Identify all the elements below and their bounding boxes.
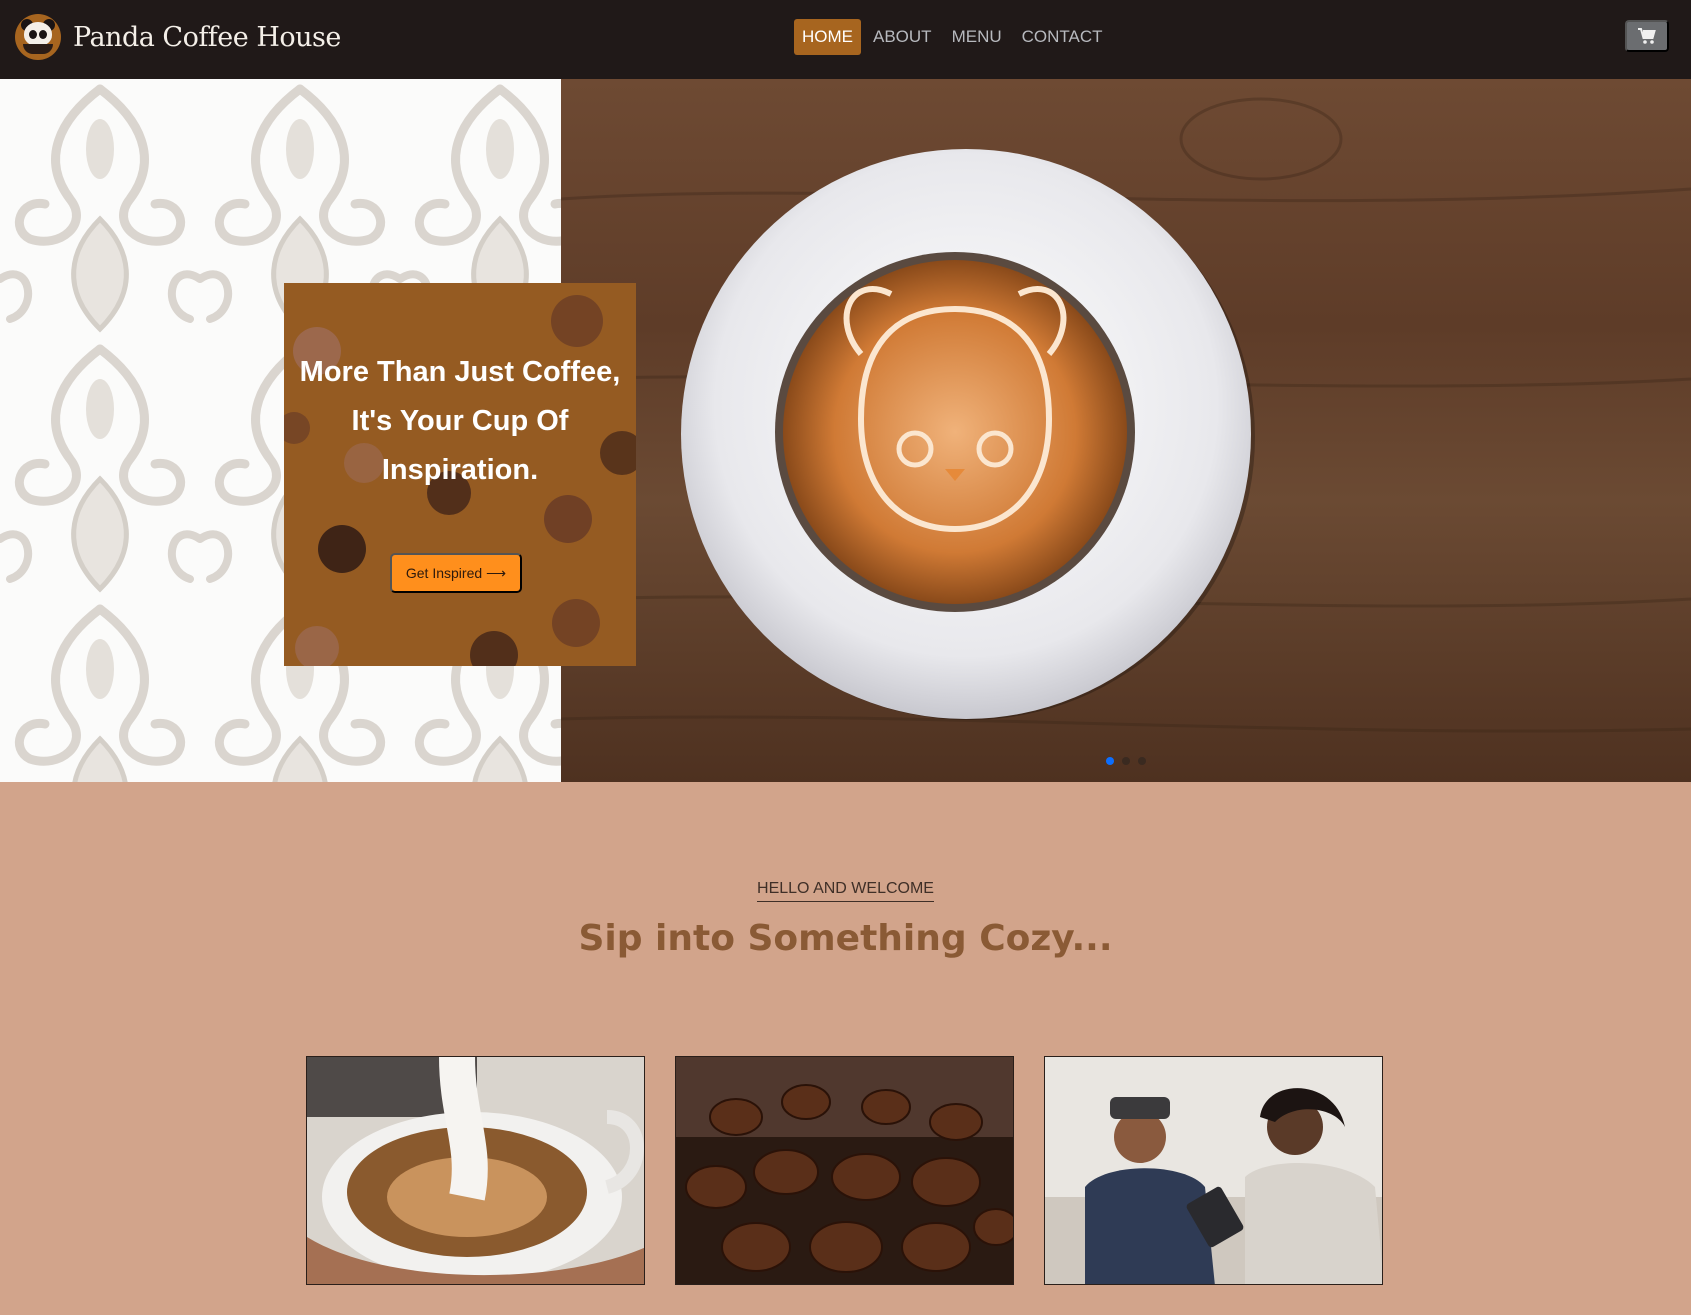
hero-headline: More Than Just Coffee, It's Your Cup Of … <box>299 356 621 486</box>
cart-icon <box>1638 28 1656 44</box>
welcome-eyebrow-wrap: HELLO AND WELCOME <box>0 880 1691 902</box>
latte-image <box>561 97 1691 733</box>
brand-link[interactable]: Panda Coffee House <box>15 14 341 60</box>
photo-people-cafe <box>1044 1056 1383 1285</box>
carousel-dot-3[interactable] <box>1138 757 1146 765</box>
brand-name: Panda Coffee House <box>73 21 341 53</box>
carousel-indicators <box>1106 757 1154 765</box>
get-inspired-button[interactable]: Get Inspired ⟶ <box>390 553 522 593</box>
welcome-eyebrow: HELLO AND WELCOME <box>757 880 934 902</box>
panda-logo-icon <box>15 14 61 60</box>
photo-latte-pour <box>306 1056 645 1285</box>
carousel-dot-2[interactable] <box>1122 757 1130 765</box>
nav-about[interactable]: ABOUT <box>865 19 940 55</box>
navbar: Panda Coffee House HOME ABOUT MENU CONTA… <box>0 0 1691 79</box>
carousel-dot-1[interactable] <box>1106 757 1114 765</box>
nav-menu[interactable]: MENU <box>944 19 1010 55</box>
hero-card: More Than Just Coffee, It's Your Cup Of … <box>284 283 636 666</box>
hero-latte-photo <box>561 79 1691 782</box>
cart-button[interactable] <box>1625 20 1669 52</box>
nav-contact[interactable]: CONTACT <box>1014 19 1111 55</box>
welcome-title: Sip into Something Cozy... <box>578 918 1113 959</box>
photo-coffee-beans <box>675 1056 1014 1285</box>
main-nav: HOME ABOUT MENU CONTACT <box>794 18 1115 56</box>
nav-home[interactable]: HOME <box>794 19 861 55</box>
